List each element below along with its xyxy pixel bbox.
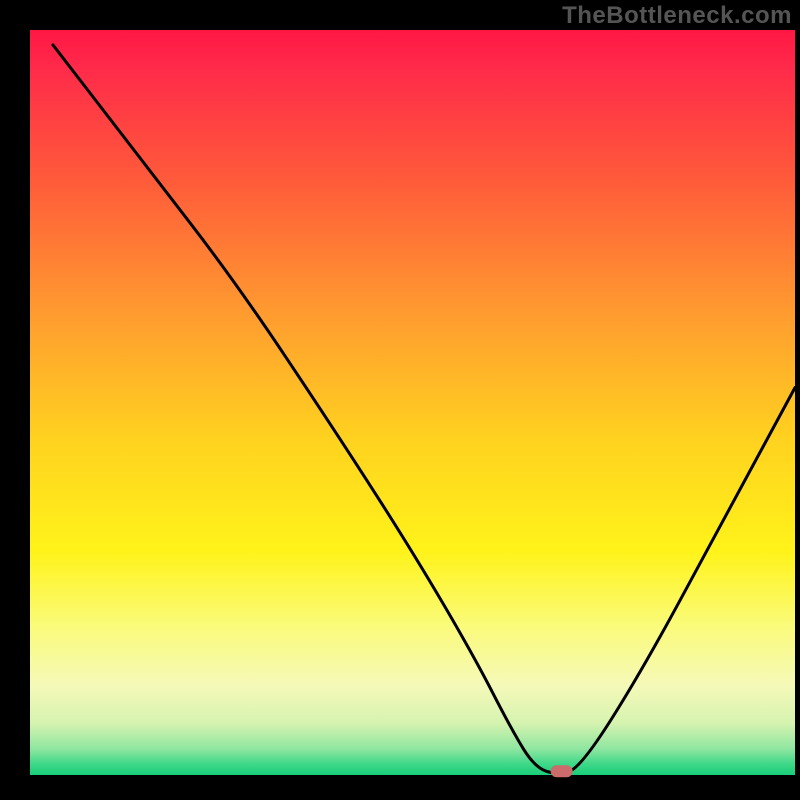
watermark-text: TheBottleneck.com — [562, 2, 792, 30]
plot-area — [30, 30, 795, 775]
chart-container: TheBottleneck.com — [0, 0, 800, 800]
bottleneck-chart — [0, 0, 800, 800]
optimal-point-marker — [551, 765, 573, 777]
